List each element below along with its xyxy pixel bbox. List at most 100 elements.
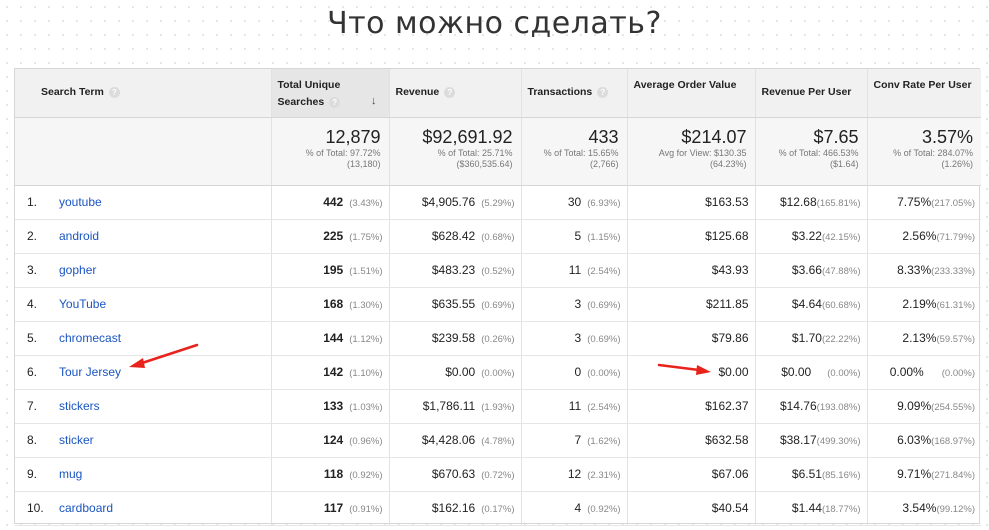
total-sub: (1.26%) [941, 158, 973, 169]
col-header-label: Search Term [41, 86, 104, 99]
aov-cell: $632.58 [627, 423, 756, 458]
table-row: 1. youtube 442 (3.43%) $4,905.76 (5.29%) 30 (6.… [15, 185, 981, 220]
search-term-link[interactable]: youtube [59, 195, 102, 209]
aov-cell: $211.85 [627, 287, 756, 322]
revenue-cell: $0.00 (0.00%) [389, 355, 522, 390]
revenue-value: $4,428.06 [421, 433, 476, 447]
unique-searches-pct: (0.96%) [349, 436, 383, 447]
aov-value: $125.68 [705, 229, 749, 243]
aov-value: $0.00 [718, 365, 749, 379]
col-header-rpu[interactable]: Revenue Per User [755, 69, 868, 118]
conv-rate-cell: 2.56%(71.79%) [867, 219, 981, 254]
total-conv-rate: 3.57% % of Total: 284.07% (1.26%) [867, 117, 981, 186]
search-term-link[interactable]: mug [59, 467, 82, 481]
rpu-cell: $1.70(22.22%) [755, 321, 868, 356]
row-index: 3. [27, 263, 38, 277]
conv-rate-value: 9.71% [897, 467, 932, 481]
row-index: 9. [27, 467, 38, 481]
help-icon[interactable]: ? [108, 86, 120, 98]
unique-searches-value: 117 [323, 501, 344, 515]
rpu-cell: $14.76(193.08%) [755, 389, 868, 424]
conv-rate-cell: 6.03%(168.97%) [867, 423, 981, 458]
search-term-link[interactable]: Tour Jersey [59, 365, 121, 379]
transactions-value: 7 [574, 433, 582, 447]
rpu-value: $6.51 [791, 467, 822, 481]
help-icon[interactable]: ? [444, 86, 456, 98]
col-header-revenue[interactable]: Revenue? [389, 69, 522, 118]
revenue-value: $239.58 [431, 331, 476, 345]
report-table: Search Term? Total Unique Searches? ↓ Re… [15, 69, 981, 526]
row-index: 5. [27, 331, 38, 345]
col-header-transactions[interactable]: Transactions? [521, 69, 628, 118]
unique-searches-cell: 195 (1.51%) [271, 253, 390, 288]
rpu-value: $3.66 [791, 263, 822, 277]
rpu-pct: (22.22%) [821, 334, 861, 345]
table-row: 3. gopher 195 (1.51%) $483.23 (0.52%) 11 (2.54%… [15, 253, 981, 288]
rpu-value: $14.76 [779, 399, 817, 413]
transactions-pct: (1.62%) [587, 436, 621, 447]
col-header-aov[interactable]: Average Order Value [627, 69, 756, 118]
table-row: 8. sticker 124 (0.96%) $4,428.06 (4.78%) 7 (1.6… [15, 423, 981, 458]
search-term-cell: 1. youtube [15, 185, 272, 220]
total-sub: % of Total: 15.65% [543, 147, 619, 158]
search-term-cell: 7. stickers [15, 389, 272, 424]
help-icon[interactable]: ? [597, 86, 609, 98]
search-term-link[interactable]: stickers [59, 399, 100, 413]
rpu-cell: $12.68(165.81%) [755, 185, 868, 220]
conv-rate-cell: 9.09%(254.55%) [867, 389, 981, 424]
total-value: $7.65 [813, 126, 859, 147]
unique-searches-value: 118 [323, 467, 344, 481]
search-term-link[interactable]: chromecast [59, 331, 121, 345]
aov-cell: $67.06 [627, 457, 756, 492]
help-icon[interactable]: ? [329, 96, 341, 108]
rpu-value: $12.68 [779, 195, 817, 209]
unique-searches-cell: 144 (1.12%) [271, 321, 390, 356]
total-sub: % of Total: 25.71% [437, 147, 513, 158]
aov-value: $43.93 [711, 263, 749, 277]
transactions-value: 30 [567, 195, 582, 209]
unique-searches-pct: (1.30%) [349, 300, 383, 311]
transactions-pct: (0.00%) [587, 368, 621, 379]
revenue-value: $1,786.11 [422, 399, 476, 413]
conv-rate-value: 2.56% [902, 229, 937, 243]
transactions-pct: (0.69%) [587, 300, 621, 311]
search-term-link[interactable]: cardboard [59, 501, 113, 515]
search-term-link[interactable]: android [59, 229, 99, 243]
unique-searches-value: 168 [323, 297, 344, 311]
aov-value: $163.53 [705, 195, 749, 209]
search-term-cell: 3. gopher [15, 253, 272, 288]
revenue-value: $670.63 [431, 467, 476, 481]
search-term-link[interactable]: sticker [59, 433, 94, 447]
rpu-pct: (47.88%) [821, 266, 861, 277]
rpu-value: $4.64 [791, 297, 822, 311]
transactions-cell: 11 (2.54%) [521, 253, 628, 288]
unique-searches-pct: (1.51%) [349, 266, 383, 277]
transactions-cell: 30 (6.93%) [521, 185, 628, 220]
search-term-link[interactable]: YouTube [59, 297, 106, 311]
search-term-link[interactable]: gopher [59, 263, 96, 277]
unique-searches-cell: 133 (1.03%) [271, 389, 390, 424]
search-term-cell: 8. sticker [15, 423, 272, 458]
total-sub: ($1.64) [829, 158, 859, 169]
sort-descending-icon[interactable]: ↓ [371, 93, 377, 110]
totals-row: 12,879 % of Total: 97.72% (13,180) $92,6… [15, 117, 981, 186]
revenue-pct: (0.26%) [481, 334, 515, 345]
aov-value: $67.06 [711, 467, 749, 481]
revenue-cell: $670.63 (0.72%) [389, 457, 522, 492]
revenue-cell: $483.23 (0.52%) [389, 253, 522, 288]
revenue-value: $162.16 [431, 501, 476, 515]
unique-searches-value: 142 [323, 365, 344, 379]
total-revenue: $92,691.92 % of Total: 25.71% ($360,535.… [389, 117, 522, 186]
table-row: 7. stickers 133 (1.03%) $1,786.11 (1.93%) 11 (2… [15, 389, 981, 424]
col-header-search-term[interactable]: Search Term? [15, 69, 272, 118]
unique-searches-cell: 118 (0.92%) [271, 457, 390, 492]
total-sub: % of Total: 97.72% [305, 147, 381, 158]
rpu-value: $3.22 [791, 229, 822, 243]
col-header-unique-searches[interactable]: Total Unique Searches? ↓ [271, 69, 390, 118]
aov-cell: $0.00 [627, 355, 756, 390]
rpu-cell: $3.66(47.88%) [755, 253, 868, 288]
revenue-cell: $4,428.06 (4.78%) [389, 423, 522, 458]
transactions-cell: 12 (2.31%) [521, 457, 628, 492]
conv-rate-pct: (59.57%) [936, 334, 975, 345]
col-header-conv-rate[interactable]: Conv Rate Per User [867, 69, 981, 118]
